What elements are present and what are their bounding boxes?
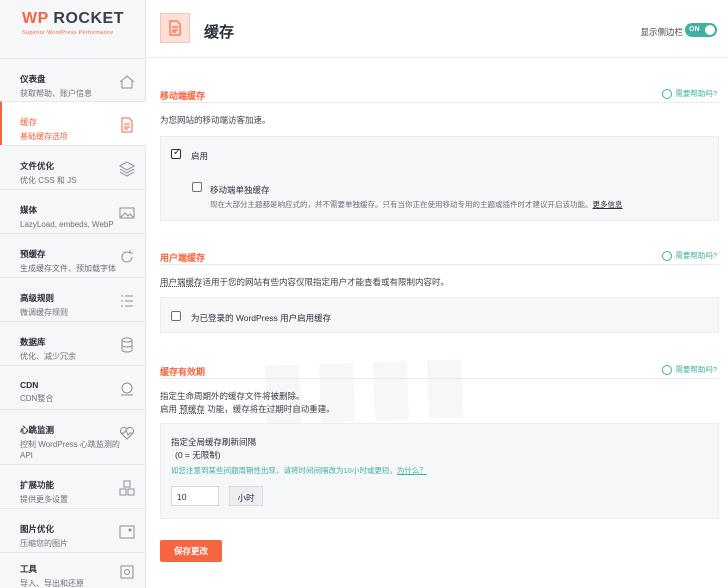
desc-post: 功能，缓存将在过期时自动重建。 xyxy=(204,404,335,414)
mobile-cache-header: 移动端缓存 需要帮助吗? xyxy=(160,87,719,103)
page-header: 缓存 显示侧边栏 ON xyxy=(146,0,727,58)
sidebar-toggle-label: 显示侧边栏 xyxy=(640,27,683,37)
section-desc: 用户端缓存适用于您的网站有些内容仅限指定用户才能查看或有限制内容时。 xyxy=(160,276,449,288)
sidebar-item-cache[interactable]: 缓存 基础缓存选项 xyxy=(0,101,146,145)
help-icon xyxy=(662,250,673,261)
cache-lifespan-header: 缓存有效期 需要帮助吗? xyxy=(160,363,719,379)
tools-icon xyxy=(120,565,134,579)
section-desc: 为您网站的移动端访客加速。 xyxy=(160,115,271,125)
user-cache-header: 用户端缓存 需要帮助吗? xyxy=(160,249,719,265)
section-title: 缓存有效期 xyxy=(160,367,206,377)
home-icon xyxy=(119,75,135,89)
user-cache-box: 为已登录的 WordPress 用户启用缓存 xyxy=(160,297,719,333)
section-title: 移动端缓存 xyxy=(160,91,206,101)
layers-icon xyxy=(118,161,136,177)
toggle-knob xyxy=(705,25,715,35)
logged-in-user-cache-checkbox[interactable] xyxy=(171,311,181,321)
sidebar-item-media[interactable]: 媒体 LazyLoad, embeds, WebP xyxy=(0,189,146,233)
help-link[interactable]: 需要帮助吗? xyxy=(662,250,717,261)
list-icon xyxy=(121,295,133,307)
sidebar-item-heartbeat[interactable]: 心跳监测 控制 WordPress 心跳监测的 API xyxy=(0,409,146,464)
help-link[interactable]: 需要帮助吗? xyxy=(662,88,717,99)
sidebar-item-desc: 压缩您的图片 xyxy=(20,539,68,548)
mobile-cache-box: ✓ 启用 移动端单独缓存 现在大部分主题都是响应式的，并不需要单独缓存。只有当你… xyxy=(160,136,719,221)
section-desc-rest: 适用于您的网站有些内容仅限指定用户才能查看或有限制内容时。 xyxy=(202,277,450,287)
help-label: 需要帮助吗? xyxy=(675,251,717,260)
desc-pre: 启用 xyxy=(160,404,180,414)
help-label: 需要帮助吗? xyxy=(675,89,717,98)
sidebar-item-file-optimization[interactable]: 文件优化 优化 CSS 和 JS xyxy=(0,145,146,189)
image-icon xyxy=(119,207,135,219)
help-link[interactable]: 需要帮助吗? xyxy=(662,364,717,375)
sidebar-item-desc: 获取帮助、账户信息 xyxy=(20,89,92,98)
sidebar-item-desc: 微调缓存规则 xyxy=(20,308,68,317)
sidebar-item-desc: 生成缓存文件、预加载字体 xyxy=(20,264,116,273)
lifespan-hint: 如您注意到某些间题周期性出现，请将时间间隔改为10小时或更短。为什么？ xyxy=(171,465,691,476)
wp-rocket-logo[interactable]: WP ROCKET Superior WordPress Performance xyxy=(0,0,145,58)
sidebar-item-image-optimization[interactable]: 图片优化 压缩您的图片 xyxy=(0,508,146,552)
sidebar-item-desc: 提供更多设置 xyxy=(20,495,68,504)
sidebar-item-database[interactable]: 数据库 优化、减少冗余 xyxy=(0,321,146,365)
sidebar: WP ROCKET Superior WordPress Performance… xyxy=(0,0,146,588)
lifespan-input[interactable]: 10 xyxy=(171,486,219,506)
database-icon xyxy=(121,337,133,353)
save-button[interactable]: 保存更改 xyxy=(160,540,222,562)
hint-text: 如您注意到某些间题周期性出现，请将时间间隔改为10小时或更短。 xyxy=(171,466,397,475)
separate-mobile-cache-label: 移动端单独缓存 xyxy=(210,185,270,195)
logo-tagline: Superior WordPress Performance xyxy=(22,30,114,36)
sidebar-item-desc: 优化 CSS 和 JS xyxy=(20,176,77,185)
help-icon xyxy=(662,364,673,375)
lifespan-field-sub: (0 = 无限制) xyxy=(175,450,221,460)
sidebar-item-desc: 导入、导出和还原 xyxy=(20,579,84,588)
help-icon xyxy=(662,88,673,99)
lifespan-field-title: 指定全局缓存刷新间隔 xyxy=(171,437,257,447)
cdn-icon xyxy=(121,382,133,396)
sidebar-item-desc: 优化、减少冗余 xyxy=(20,352,76,361)
addons-icon xyxy=(119,480,135,496)
lifespan-unit-select[interactable]: 小时 xyxy=(229,486,263,506)
sidebar-item-desc: 控制 WordPress 心跳监测的 API xyxy=(20,440,120,460)
image-optimize-icon xyxy=(119,525,135,539)
cache-lifespan-box: 指定全局缓存刷新间隔 (0 = 无限制) 如您注意到某些间题周期性出现，请将时间… xyxy=(160,423,719,519)
cache-file-icon xyxy=(160,13,190,43)
section-desc: 指定生命周期外的缓存文件将被删除。 xyxy=(160,391,305,401)
separate-mobile-cache-desc: 现在大部分主题都是响应式的，并不需要单独缓存。只有当你正在使用移动专用的主题或插… xyxy=(210,199,710,210)
sidebar-item-tools[interactable]: 工具 导入、导出和还原 xyxy=(0,552,146,588)
sidebar-item-addons[interactable]: 扩展功能 提供更多设置 xyxy=(0,464,146,508)
sidebar-item-desc: CDN整合 xyxy=(20,394,54,403)
sidebar-item-desc: LazyLoad, embeds, WebP xyxy=(20,220,114,229)
sidebar-item-advanced-rules[interactable]: 高级规则 微调缓存规则 xyxy=(0,277,146,321)
enable-mobile-cache-label: 启用 xyxy=(191,151,209,161)
section-desc: 启用 预缓存 功能，缓存将在过期时自动重建。 xyxy=(160,403,335,415)
separate-mobile-cache-checkbox[interactable] xyxy=(192,182,202,192)
enable-mobile-cache-checkbox[interactable]: ✓ xyxy=(171,147,181,159)
file-icon xyxy=(121,117,133,133)
user-cache-link[interactable]: 用户端缓存 xyxy=(160,277,203,287)
sidebar-item-cdn[interactable]: CDN CDN整合 xyxy=(0,365,146,409)
main-content: █████ ████ 移动端缓存 需要帮助吗? 为您网站的移动端访客加速。 ✓ … xyxy=(146,58,727,588)
sidebar-item-preload[interactable]: 预缓存 生成缓存文件、预加载字体 xyxy=(0,233,146,277)
logo-wp: WP xyxy=(22,10,49,27)
sidebar-toggle[interactable]: ON xyxy=(685,23,717,37)
page-title: 缓存 xyxy=(204,24,235,41)
section-title: 用户端缓存 xyxy=(160,253,206,263)
refresh-icon xyxy=(121,250,133,263)
why-link[interactable]: 为什么？ xyxy=(397,466,427,475)
separate-desc-text: 现在大部分主题都是响应式的，并不需要单独缓存。只有当你正在使用移动专用的主题或插… xyxy=(210,200,593,209)
sidebar-item-dashboard[interactable]: 仪表盘 获取帮助、账户信息 xyxy=(0,58,146,101)
more-info-link[interactable]: 更多信息 xyxy=(593,200,623,209)
preload-link[interactable]: 预缓存 xyxy=(179,404,205,414)
logo-rocket: ROCKET xyxy=(48,10,124,27)
sidebar-item-desc: 基础缓存选项 xyxy=(20,132,68,141)
toggle-state: ON xyxy=(689,25,700,33)
logged-in-user-cache-label: 为已登录的 WordPress 用户启用缓存 xyxy=(191,313,332,323)
heart-icon xyxy=(119,426,135,440)
help-label: 需要帮助吗? xyxy=(675,365,717,374)
